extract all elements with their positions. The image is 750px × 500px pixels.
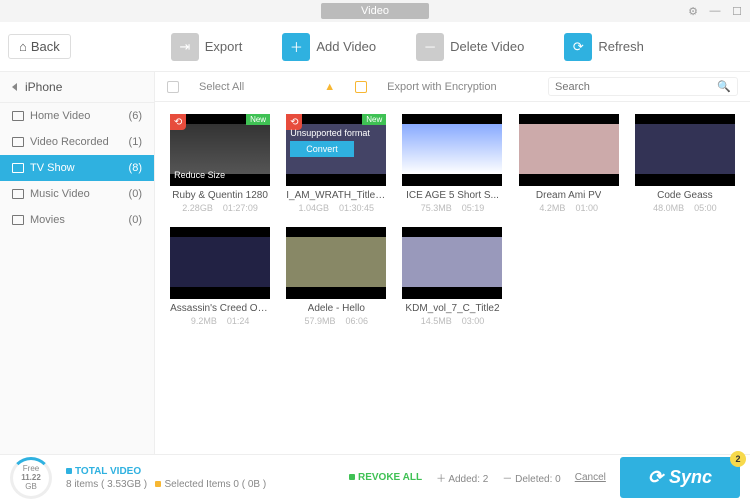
warning-icon: ▲ bbox=[324, 81, 335, 93]
total-video-label: TOTAL VIDEO bbox=[75, 466, 141, 477]
add-video-icon: ＋ bbox=[282, 33, 310, 61]
device-label: iPhone bbox=[25, 80, 62, 94]
undo-icon: ⟲ bbox=[170, 114, 186, 130]
video-title: ICE AGE 5 Short S... bbox=[406, 190, 499, 201]
refresh-label: Refresh bbox=[598, 39, 644, 54]
search-icon: 🔍 bbox=[717, 80, 731, 93]
sync-badge: 2 bbox=[730, 451, 746, 467]
total-detail: 8 items ( 3.53GB ) bbox=[66, 479, 147, 490]
video-title: Code Geass bbox=[657, 190, 713, 201]
video-item[interactable]: KDM_vol_7_C_Title2 14.5MB03:00 bbox=[399, 227, 505, 326]
video-item[interactable]: Adele - Hello 57.9MB06:06 bbox=[283, 227, 389, 326]
video-item[interactable]: Dream Ami PV 4.2MB01:00 bbox=[516, 114, 622, 213]
encrypt-label: Export with Encryption bbox=[387, 81, 496, 93]
sidebar-device[interactable]: iPhone bbox=[0, 72, 154, 103]
sidebar: iPhone Home Video(6) Video Recorded(1) T… bbox=[0, 72, 155, 454]
add-video-button[interactable]: ＋ Add Video bbox=[282, 33, 376, 61]
sync-button[interactable]: ⟳ Sync 2 bbox=[620, 457, 740, 498]
back-button[interactable]: ⌂ Back bbox=[8, 34, 71, 59]
titlebar-title: Video bbox=[321, 3, 429, 19]
refresh-icon: ⟳ bbox=[564, 33, 592, 61]
add-video-label: Add Video bbox=[316, 39, 376, 54]
delete-video-icon: － bbox=[416, 33, 444, 61]
export-label: Export bbox=[205, 39, 243, 54]
select-all-label: Select All bbox=[199, 81, 244, 93]
new-badge: New bbox=[246, 114, 270, 125]
deleted-count: Deleted: 0 bbox=[515, 474, 561, 485]
sidebar-item-home-video[interactable]: Home Video(6) bbox=[0, 103, 154, 129]
encrypt-checkbox[interactable] bbox=[355, 81, 367, 93]
cancel-button[interactable]: Cancel bbox=[575, 472, 606, 483]
delete-video-button[interactable]: － Delete Video bbox=[416, 33, 524, 61]
select-all-checkbox[interactable] bbox=[167, 81, 179, 93]
revoke-all-button[interactable]: REVOKE ALL bbox=[358, 472, 422, 483]
delete-video-label: Delete Video bbox=[450, 39, 524, 54]
home-icon: ⌂ bbox=[19, 39, 27, 54]
video-title: Ruby & Quentin 1280 bbox=[172, 190, 268, 201]
titlebar: Video ⚙ — ☐ bbox=[0, 0, 750, 22]
footer: Free 11.22 GB TOTAL VIDEO 8 items ( 3.53… bbox=[0, 454, 750, 500]
video-item[interactable]: ⟲ New Unsupported format Convert I_AM_WR… bbox=[283, 114, 389, 213]
search-input[interactable] bbox=[555, 81, 717, 93]
selected-detail: Selected Items 0 ( 0B ) bbox=[164, 479, 266, 490]
storage-gauge: Free 11.22 GB bbox=[10, 457, 52, 499]
video-title: Adele - Hello bbox=[308, 303, 365, 314]
gear-icon[interactable]: ⚙ bbox=[686, 4, 700, 18]
export-icon: ⇥ bbox=[171, 33, 199, 61]
video-item[interactable]: Code Geass 48.0MB05:00 bbox=[632, 114, 738, 213]
minimize-icon[interactable]: — bbox=[708, 4, 722, 18]
overlay-reduce: Reduce Size bbox=[174, 170, 225, 180]
refresh-button[interactable]: ⟳ Refresh bbox=[564, 33, 644, 61]
maximize-icon[interactable]: ☐ bbox=[730, 4, 744, 18]
video-title: Assassin's Creed Off... bbox=[170, 303, 270, 314]
video-item[interactable]: Assassin's Creed Off... 9.2MB01:24 bbox=[167, 227, 273, 326]
sidebar-item-video-recorded[interactable]: Video Recorded(1) bbox=[0, 129, 154, 155]
convert-button[interactable]: Convert bbox=[290, 141, 354, 157]
export-button[interactable]: ⇥ Export bbox=[171, 33, 243, 61]
new-badge: New bbox=[362, 114, 386, 125]
video-title: KDM_vol_7_C_Title2 bbox=[405, 303, 499, 314]
video-grid: ⟲ New Reduce Size Ruby & Quentin 1280 2.… bbox=[155, 102, 750, 454]
sync-icon: ⟳ bbox=[648, 467, 663, 488]
video-item[interactable]: ⟲ New Reduce Size Ruby & Quentin 1280 2.… bbox=[167, 114, 273, 213]
video-item[interactable]: ICE AGE 5 Short S... 75.3MB05:19 bbox=[399, 114, 505, 213]
toolbar: ⌂ Back ⇥ Export ＋ Add Video － Delete Vid… bbox=[0, 22, 750, 72]
selection-bar: Select All ▲ Export with Encryption 🔍 bbox=[155, 72, 750, 102]
sidebar-list: Home Video(6) Video Recorded(1) TV Show(… bbox=[0, 103, 154, 233]
video-title: Dream Ami PV bbox=[536, 190, 602, 201]
search-box[interactable]: 🔍 bbox=[548, 77, 738, 96]
video-title: I_AM_WRATH_Title23 bbox=[286, 190, 386, 201]
chevron-left-icon bbox=[12, 83, 17, 91]
added-count: Added: 2 bbox=[448, 474, 488, 485]
overlay-convert: Unsupported format Convert bbox=[290, 128, 382, 157]
sidebar-item-movies[interactable]: Movies(0) bbox=[0, 207, 154, 233]
sidebar-item-music-video[interactable]: Music Video(0) bbox=[0, 181, 154, 207]
back-label: Back bbox=[31, 39, 60, 54]
sidebar-item-tv-show[interactable]: TV Show(8) bbox=[0, 155, 154, 181]
